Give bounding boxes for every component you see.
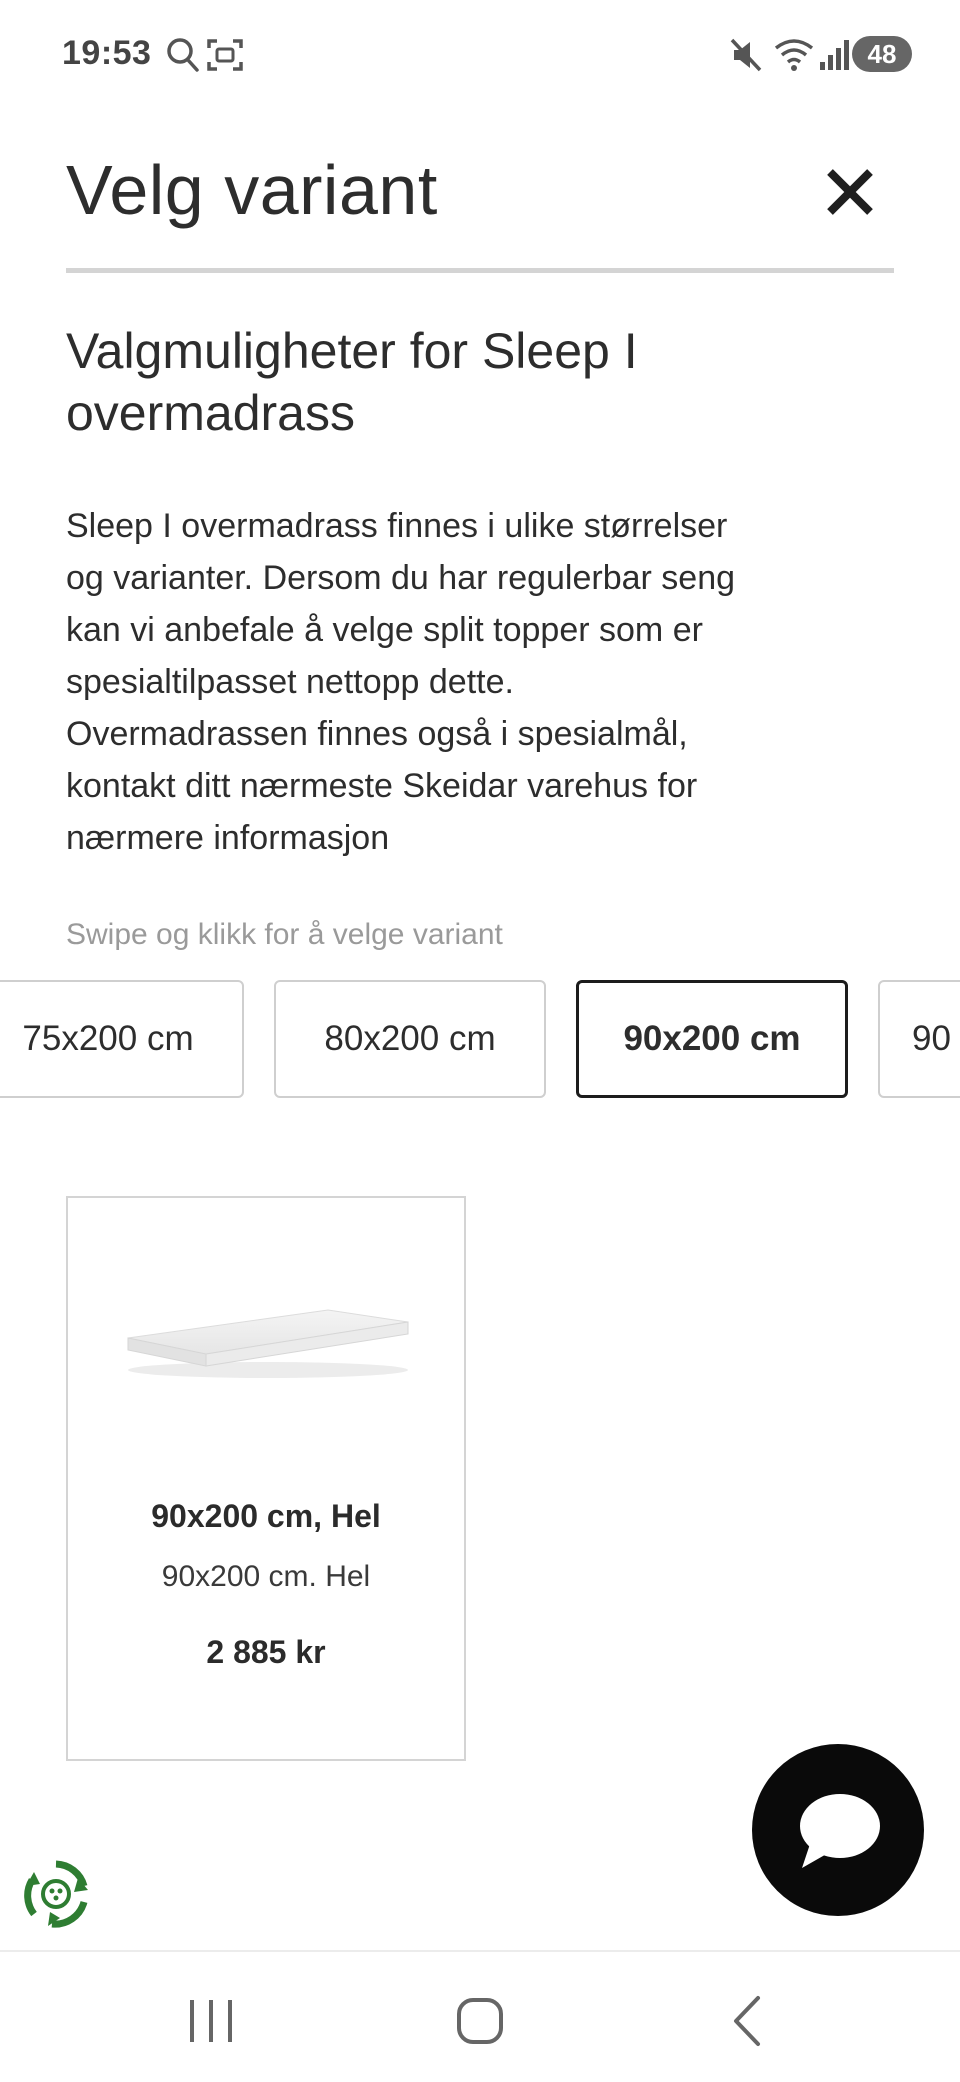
close-button[interactable]: [818, 160, 882, 224]
product-name: 90x200 cm, Hel: [151, 1498, 381, 1534]
status-bar: 19:53 48: [0, 0, 960, 112]
signal-icon: [818, 36, 852, 79]
home-button[interactable]: [445, 1986, 515, 2056]
variant-option-partial[interactable]: 90: [878, 980, 960, 1098]
product-price: 2 885 kr: [206, 1634, 326, 1670]
wifi-icon: [772, 36, 816, 79]
back-button[interactable]: [714, 1986, 784, 2056]
system-nav-bar: [0, 1950, 960, 2082]
recycle-icon: [24, 1860, 88, 1928]
variant-option-80x200[interactable]: 80x200 cm: [274, 980, 546, 1098]
variant-option-90x200-selected[interactable]: 90x200 cm: [576, 980, 848, 1098]
page-title: Velg variant: [66, 151, 438, 229]
recent-apps-button[interactable]: [176, 1986, 246, 2056]
swipe-hint: Swipe og klikk for å velge variant: [66, 918, 503, 951]
chat-bubble-icon: [800, 1794, 880, 1868]
section-title: Valgmuligheter for Sleep I overmadrass: [66, 323, 638, 441]
header-divider: [66, 268, 894, 273]
screen-capture-icon: [206, 36, 244, 79]
chat-button[interactable]: [752, 1744, 924, 1916]
product-subtitle: 90x200 cm. Hel: [161, 1560, 371, 1593]
variant-description: Sleep I overmadrass finnes i ulike størr…: [66, 507, 736, 857]
mute-icon: [728, 36, 764, 79]
search-icon: [166, 36, 200, 79]
recycle-badge[interactable]: [18, 1856, 94, 1932]
variant-option-75x200[interactable]: 75x200 cm: [0, 980, 244, 1098]
product-card[interactable]: 90x200 cm, Hel 90x200 cm. Hel 2 885 kr: [66, 1196, 466, 1761]
home-icon: [457, 1998, 503, 2044]
mattress-topper-image: [118, 1298, 418, 1388]
status-time: 19:53: [62, 34, 152, 72]
variant-carousel[interactable]: 75x200 cm 80x200 cm 90x200 cm 90: [0, 980, 960, 1102]
recent-apps-icon: [190, 2000, 232, 2042]
back-icon: [734, 1996, 760, 2046]
close-icon: [827, 169, 873, 215]
battery-icon: 48: [852, 36, 912, 72]
